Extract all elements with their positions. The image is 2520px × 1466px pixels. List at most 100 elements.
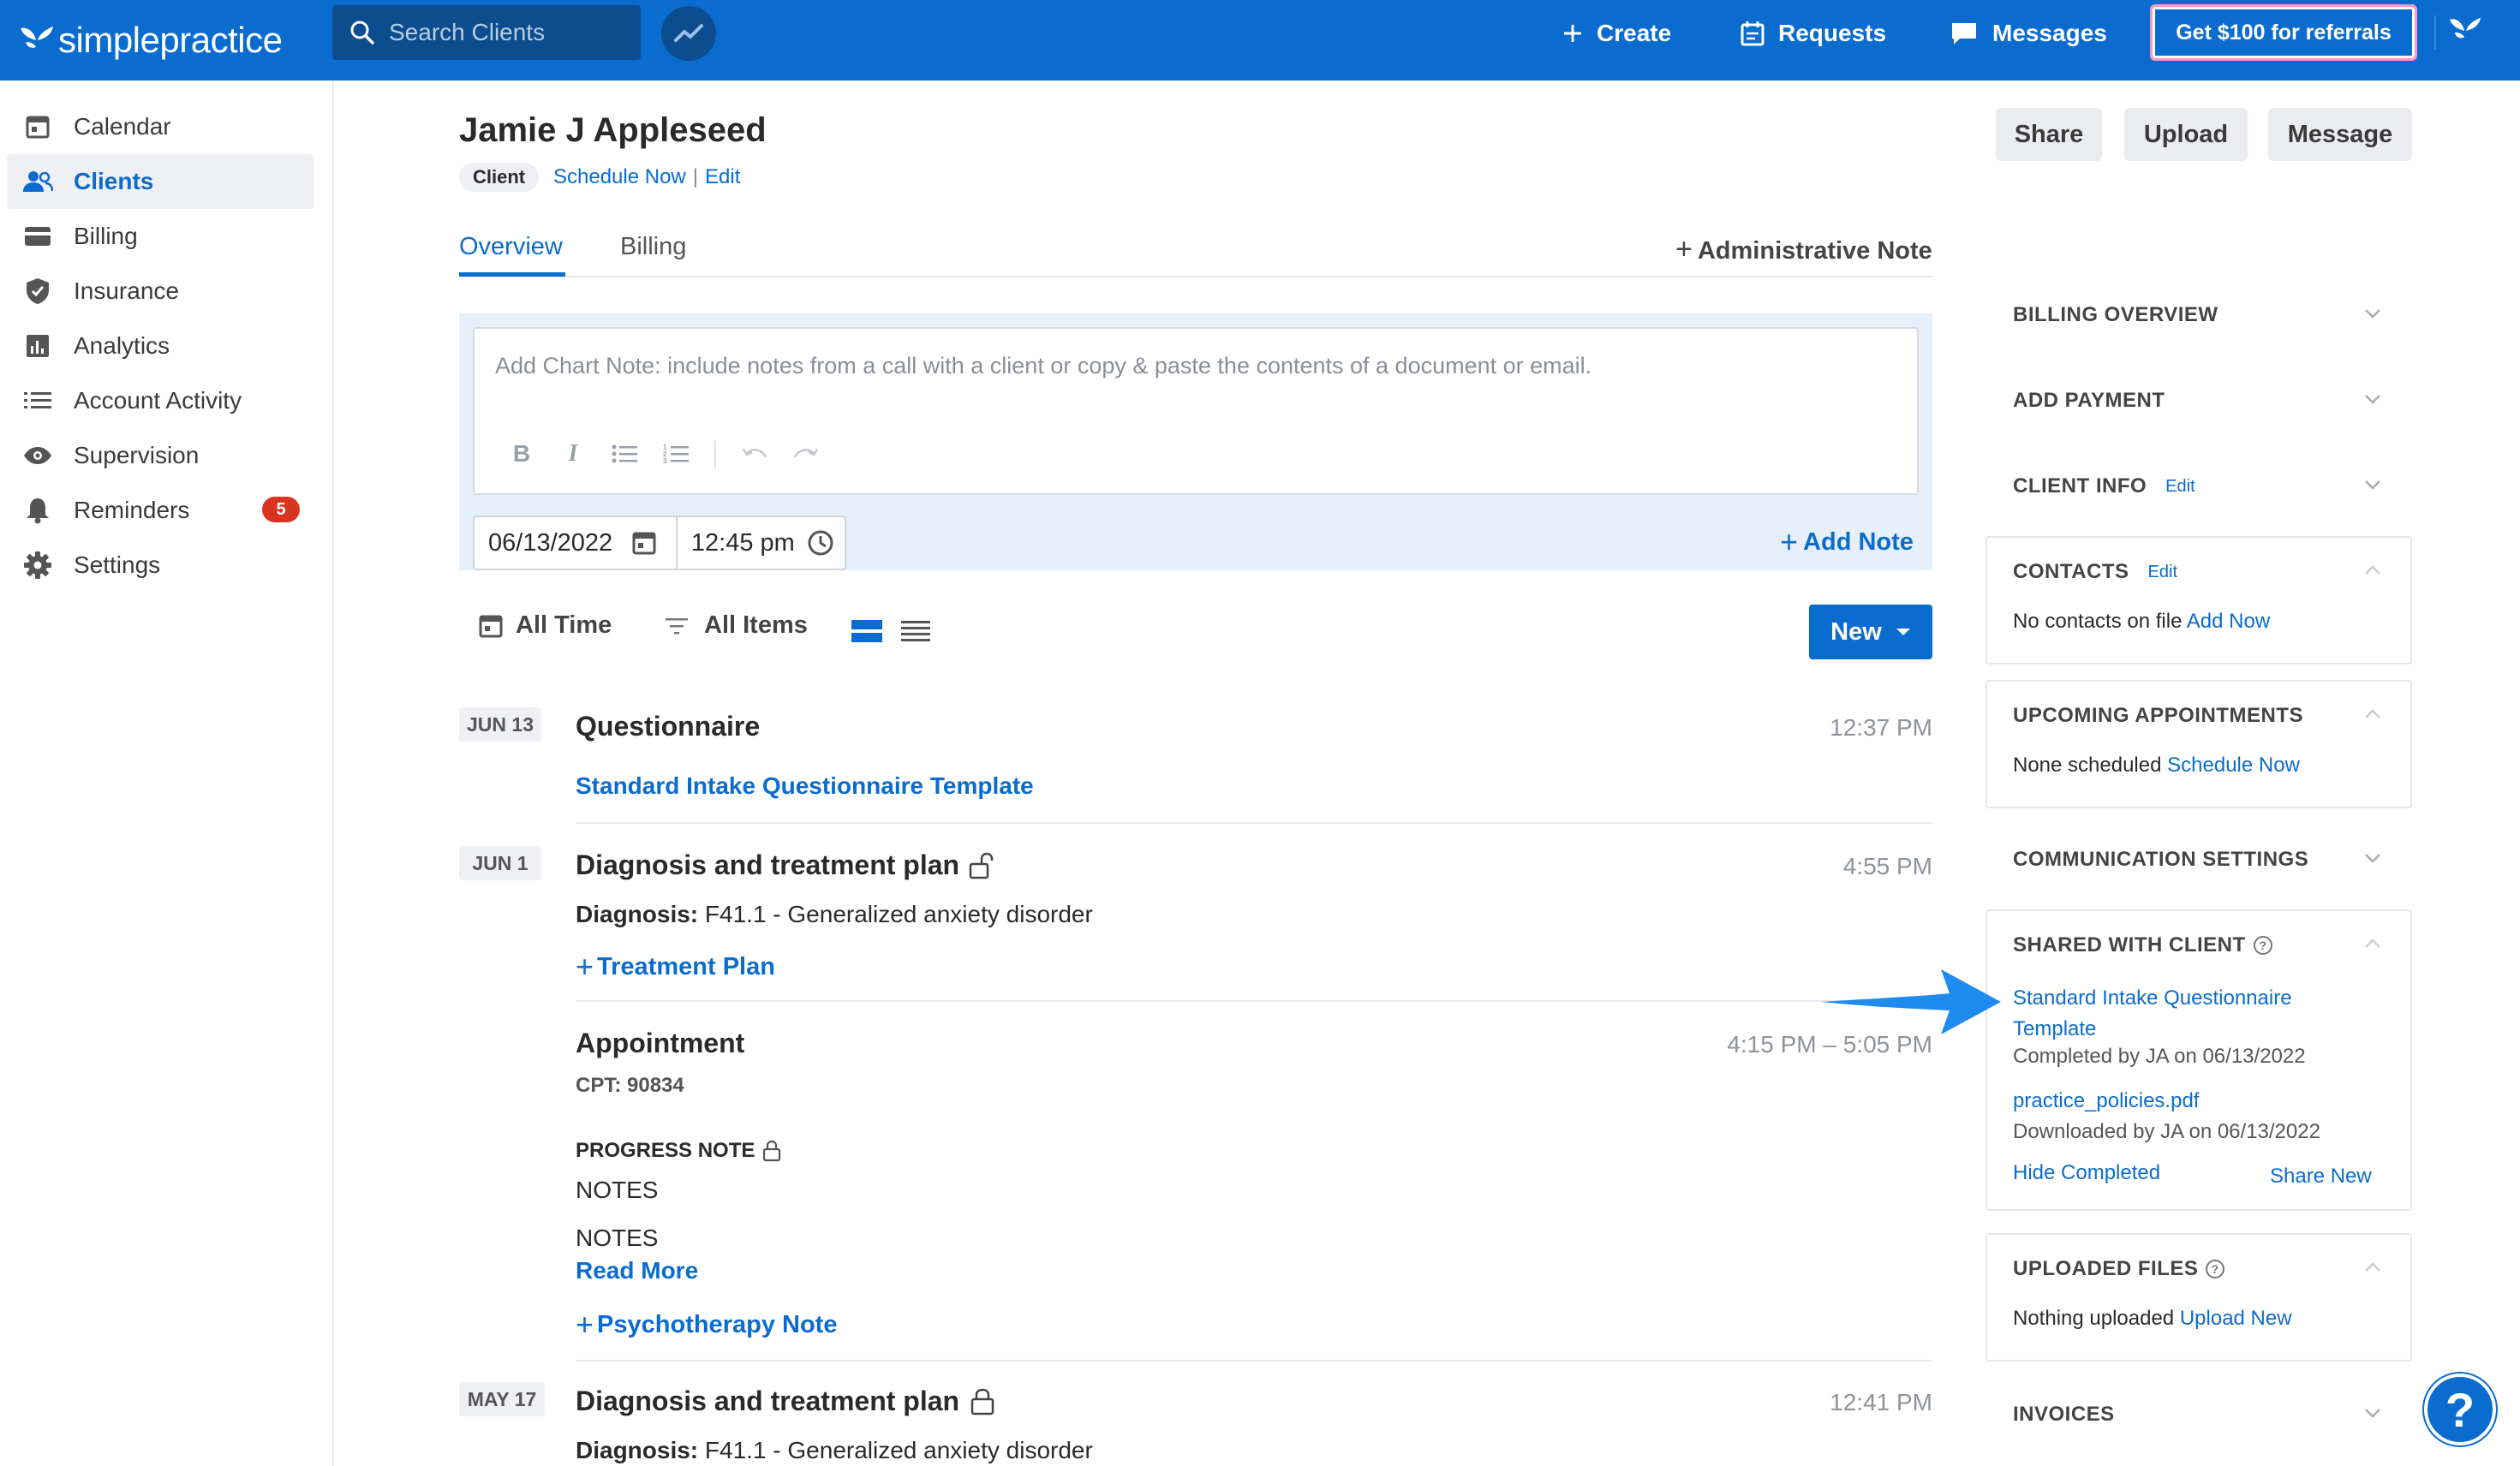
referral-button[interactable]: Get $100 for referrals bbox=[2150, 4, 2417, 61]
questionnaire-link[interactable]: Standard Intake Questionnaire Template bbox=[576, 772, 1034, 800]
share-button[interactable]: Share bbox=[1996, 108, 2102, 161]
tab-overview[interactable]: Overview bbox=[459, 233, 563, 261]
schedule-now-link[interactable]: Schedule Now bbox=[2167, 754, 2300, 777]
diagnosis-label: Diagnosis: bbox=[576, 901, 699, 927]
add-note-button[interactable]: + Add Note bbox=[1780, 524, 1914, 560]
note-time-field[interactable]: 12:45 pm bbox=[678, 517, 845, 569]
chevron-down-icon[interactable] bbox=[2362, 389, 2383, 409]
simplepractice-logo[interactable]: simplepractice bbox=[19, 12, 283, 69]
unlock-icon[interactable] bbox=[968, 851, 995, 880]
tabs-divider bbox=[459, 276, 1932, 277]
shared-policies-link[interactable]: practice_policies.pdf bbox=[2013, 1089, 2199, 1113]
note-date-field[interactable]: 06/13/2022 bbox=[475, 517, 678, 569]
read-more-link[interactable]: Read More bbox=[576, 1257, 698, 1284]
sidebar-item-insurance[interactable]: Insurance bbox=[7, 264, 314, 319]
billing-overview-header[interactable]: BILLING OVERVIEW bbox=[2013, 303, 2218, 327]
card-view-icon bbox=[851, 620, 882, 642]
chevron-down-icon[interactable] bbox=[2362, 1403, 2383, 1423]
help-circle-icon[interactable]: ? bbox=[2253, 935, 2273, 956]
editor-toolbar: B I 123 bbox=[509, 440, 819, 468]
timeline-entry-title-row: Diagnosis and treatment plan bbox=[576, 1386, 995, 1417]
diagnosis-label: Diagnosis: bbox=[576, 1437, 699, 1463]
upcoming-appointments-header[interactable]: UPCOMING APPOINTMENTS bbox=[2013, 704, 2303, 728]
chevron-down-icon[interactable] bbox=[2362, 848, 2383, 868]
add-contact-link[interactable]: Add Now bbox=[2187, 610, 2270, 633]
chevron-down-icon[interactable] bbox=[2362, 474, 2383, 495]
sidebar-item-calendar[interactable]: Calendar bbox=[7, 99, 314, 154]
sidebar: Calendar Clients Billing Insurance Analy… bbox=[0, 80, 334, 1466]
chart-note-placeholder: Add Chart Note: include notes from a cal… bbox=[495, 353, 1592, 378]
search-icon bbox=[350, 21, 374, 45]
sidebar-item-reminders[interactable]: Reminders 5 bbox=[7, 483, 314, 538]
add-payment-header[interactable]: ADD PAYMENT bbox=[2013, 389, 2165, 413]
insights-button[interactable] bbox=[661, 6, 716, 61]
edit-client-link[interactable]: Edit bbox=[705, 165, 740, 189]
chevron-up-icon[interactable] bbox=[2362, 560, 2383, 581]
add-psychotherapy-note-button[interactable]: + Psychotherapy Note bbox=[576, 1307, 837, 1343]
upload-new-link[interactable]: Upload New bbox=[2180, 1307, 2292, 1330]
share-new-link[interactable]: Share New bbox=[2270, 1165, 2372, 1189]
messages-button[interactable]: Messages bbox=[1950, 12, 2107, 55]
sidebar-item-settings[interactable]: Settings bbox=[7, 538, 314, 593]
sidebar-item-supervision[interactable]: Supervision bbox=[7, 428, 314, 483]
communication-settings-header[interactable]: COMMUNICATION SETTINGS bbox=[2013, 848, 2308, 872]
people-icon bbox=[21, 166, 55, 197]
message-button[interactable]: Message bbox=[2268, 108, 2412, 161]
lock-icon bbox=[763, 1140, 781, 1162]
chevron-down-icon[interactable] bbox=[2362, 303, 2383, 324]
client-info-edit-link[interactable]: Edit bbox=[2165, 477, 2195, 497]
card-view-toggle[interactable] bbox=[851, 618, 882, 648]
undo-icon[interactable] bbox=[742, 441, 767, 467]
time-filter-dropdown[interactable]: All Time bbox=[478, 611, 612, 640]
uploaded-files-header[interactable]: UPLOADED FILES ? bbox=[2013, 1257, 2225, 1281]
contacts-card bbox=[1986, 536, 2412, 664]
sidebar-item-clients[interactable]: Clients bbox=[7, 154, 314, 209]
tab-billing[interactable]: Billing bbox=[620, 233, 686, 261]
shared-with-client-header[interactable]: SHARED WITH CLIENT ? bbox=[2013, 933, 2273, 957]
search-clients-input[interactable]: Search Clients bbox=[332, 5, 641, 60]
bullet-list-icon[interactable] bbox=[612, 441, 637, 467]
redo-icon[interactable] bbox=[793, 441, 819, 467]
progress-notes-text: NOTES bbox=[576, 1177, 659, 1203]
list-icon bbox=[21, 385, 55, 416]
contacts-edit-link[interactable]: Edit bbox=[2148, 563, 2177, 582]
sidebar-item-billing[interactable]: Billing bbox=[7, 209, 314, 264]
help-button[interactable]: ? bbox=[2424, 1374, 2496, 1445]
time-filter-label: All Time bbox=[516, 611, 612, 639]
client-info-header[interactable]: CLIENT INFO Edit bbox=[2013, 474, 2195, 498]
progress-notes-text: NOTES bbox=[576, 1225, 659, 1251]
chart-note-editor[interactable]: Add Chart Note: include notes from a cal… bbox=[473, 327, 1919, 495]
list-view-toggle[interactable] bbox=[901, 618, 930, 648]
administrative-note-button[interactable]: + Administrative Note bbox=[1675, 233, 1932, 266]
lock-icon[interactable] bbox=[970, 1387, 995, 1416]
sidebar-item-analytics[interactable]: Analytics bbox=[7, 319, 314, 373]
contacts-header[interactable]: CONTACTS Edit bbox=[2013, 560, 2177, 584]
shared-questionnaire-link[interactable]: Standard Intake Questionnaire Template bbox=[2013, 983, 2292, 1045]
help-circle-icon[interactable]: ? bbox=[2205, 1259, 2225, 1279]
timeline-entry-time: 12:37 PM bbox=[1830, 714, 1932, 741]
sidebar-item-account-activity[interactable]: Account Activity bbox=[7, 373, 314, 428]
italic-icon[interactable]: I bbox=[560, 440, 586, 467]
schedule-now-link[interactable]: Schedule Now bbox=[553, 165, 686, 189]
add-treatment-plan-button[interactable]: + Treatment Plan bbox=[576, 949, 775, 985]
items-filter-label: All Items bbox=[704, 611, 808, 639]
items-filter-dropdown[interactable]: All Items bbox=[665, 611, 808, 640]
sidebar-item-label: Settings bbox=[74, 551, 161, 578]
chevron-up-icon[interactable] bbox=[2362, 933, 2383, 954]
upload-button[interactable]: Upload bbox=[2124, 108, 2248, 161]
chevron-up-icon[interactable] bbox=[2362, 704, 2383, 724]
upcoming-appointments-card bbox=[1986, 680, 2412, 808]
client-info-title: CLIENT INFO bbox=[2013, 474, 2147, 498]
new-item-button[interactable]: New bbox=[1809, 605, 1932, 659]
chevron-up-icon[interactable] bbox=[2362, 1257, 2383, 1278]
invoices-header[interactable]: INVOICES bbox=[2013, 1403, 2115, 1427]
requests-button[interactable]: Requests bbox=[1741, 12, 1886, 55]
numbered-list-icon[interactable]: 123 bbox=[663, 441, 689, 467]
create-button[interactable]: Create bbox=[1562, 12, 1671, 55]
corner-logo[interactable] bbox=[2434, 15, 2486, 50]
hide-completed-link[interactable]: Hide Completed bbox=[2013, 1161, 2160, 1185]
requests-label: Requests bbox=[1778, 20, 1887, 46]
bold-icon[interactable]: B bbox=[509, 440, 534, 467]
active-tab-indicator bbox=[459, 272, 565, 277]
treatment-plan-label: Treatment Plan bbox=[597, 952, 775, 980]
